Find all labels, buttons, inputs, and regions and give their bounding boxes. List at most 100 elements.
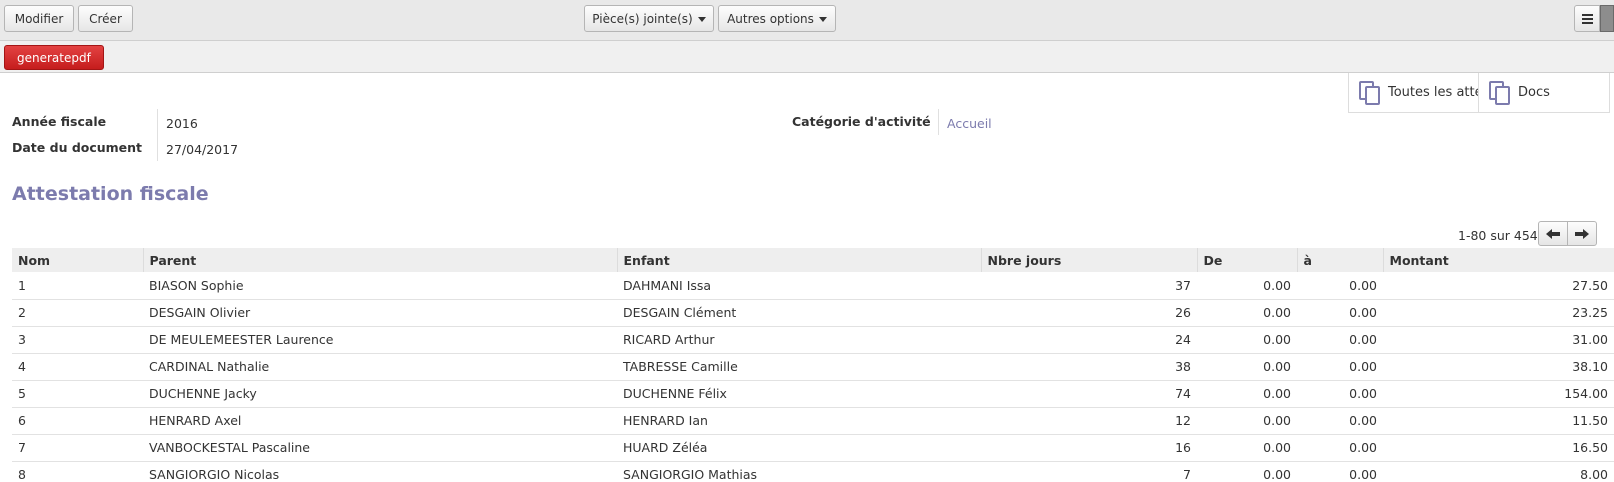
cell-montant: 8.00 [1383, 461, 1614, 482]
cell-nom: 5 [12, 380, 143, 408]
cell-enfant: DUCHENNE Félix [617, 380, 981, 408]
attachments-dropdown[interactable]: Pièce(s) jointe(s) [584, 5, 714, 32]
column-header-a[interactable]: à [1296, 248, 1383, 272]
cell-enfant: SANGIORGIO Mathias [617, 461, 981, 482]
cell-nbre-jours: 38 [981, 353, 1197, 381]
more-options-dropdown[interactable]: Autres options [718, 5, 836, 32]
cell-nbre-jours: 7 [981, 461, 1197, 482]
table-row[interactable]: 8 SANGIORGIO Nicolas SANGIORGIO Mathias … [12, 461, 1614, 482]
cell-a: 0.00 [1297, 272, 1383, 300]
pager-previous-button[interactable] [1538, 221, 1568, 246]
cell-enfant: DESGAIN Clément [617, 299, 981, 327]
edit-button[interactable]: Modifier [4, 5, 74, 32]
cell-montant: 27.50 [1383, 272, 1614, 300]
cell-nom: 4 [12, 353, 143, 381]
list-icon-line [1582, 18, 1593, 20]
table-row[interactable]: 6 HENRARD Axel HENRARD Ian 12 0.00 0.00 … [12, 407, 1614, 435]
section-title: Attestation fiscale [12, 183, 209, 205]
pager-next-button[interactable] [1567, 221, 1597, 246]
column-header-de[interactable]: De [1196, 248, 1297, 272]
cell-enfant: DAHMANI Issa [617, 272, 981, 300]
pager-counter[interactable]: 1-80 sur 454 [1458, 228, 1538, 243]
table-row[interactable]: 5 DUCHENNE Jacky DUCHENNE Félix 74 0.00 … [12, 380, 1614, 408]
fiscal-year-label: Année fiscale [12, 114, 107, 129]
create-button[interactable]: Créer [78, 5, 133, 32]
cell-de: 0.00 [1197, 380, 1297, 408]
cell-de: 0.00 [1197, 272, 1297, 300]
cell-de: 0.00 [1197, 353, 1297, 381]
fiscal-year-value: 2016 [166, 116, 198, 131]
cell-montant: 31.00 [1383, 326, 1614, 354]
cell-parent: BIASON Sophie [143, 272, 617, 300]
cell-de: 0.00 [1197, 407, 1297, 435]
cell-parent: SANGIORGIO Nicolas [143, 461, 617, 482]
table-row[interactable]: 4 CARDINAL Nathalie TABRESSE Camille 38 … [12, 353, 1614, 381]
cell-de: 0.00 [1197, 326, 1297, 354]
docs-label: Docs [1518, 85, 1550, 100]
cell-nbre-jours: 16 [981, 434, 1197, 462]
cell-a: 0.00 [1297, 380, 1383, 408]
cell-nom: 7 [12, 434, 143, 462]
cell-de: 0.00 [1197, 461, 1297, 482]
documents-icon [1487, 80, 1513, 106]
column-header-montant[interactable]: Montant [1382, 248, 1614, 272]
column-header-parent[interactable]: Parent [142, 248, 617, 272]
cell-parent: DUCHENNE Jacky [143, 380, 617, 408]
cell-parent: DESGAIN Olivier [143, 299, 617, 327]
table-row[interactable]: 1 BIASON Sophie DAHMANI Issa 37 0.00 0.0… [12, 272, 1614, 300]
cell-montant: 38.10 [1383, 353, 1614, 381]
field-divider [938, 109, 939, 135]
arrow-left-icon [1546, 228, 1560, 239]
cell-nbre-jours: 26 [981, 299, 1197, 327]
cell-enfant: RICARD Arthur [617, 326, 981, 354]
field-divider [157, 109, 158, 161]
cell-parent: DE MEULEMEESTER Laurence [143, 326, 617, 354]
column-header-nbre-jours[interactable]: Nbre jours [980, 248, 1197, 272]
list-icon-line [1582, 22, 1593, 24]
attachments-label: Pièce(s) jointe(s) [592, 11, 693, 26]
arrow-right-icon [1575, 228, 1589, 239]
cell-a: 0.00 [1297, 353, 1383, 381]
cell-nom: 6 [12, 407, 143, 435]
cell-a: 0.00 [1297, 434, 1383, 462]
list-icon [1582, 14, 1593, 16]
cell-nom: 1 [12, 272, 143, 300]
table-row[interactable]: 2 DESGAIN Olivier DESGAIN Clément 26 0.0… [12, 299, 1614, 327]
table-row[interactable]: 3 DE MEULEMEESTER Laurence RICARD Arthur… [12, 326, 1614, 354]
cell-nom: 3 [12, 326, 143, 354]
generate-pdf-button[interactable]: generatepdf [4, 45, 104, 70]
column-header-enfant[interactable]: Enfant [616, 248, 981, 272]
cell-de: 0.00 [1197, 299, 1297, 327]
cell-montant: 154.00 [1383, 380, 1614, 408]
cell-nbre-jours: 37 [981, 272, 1197, 300]
form-view-button[interactable] [1600, 5, 1614, 32]
activity-category-link[interactable]: Accueil [947, 116, 992, 131]
activity-category-label: Catégorie d'activité [792, 114, 931, 129]
cell-parent: VANBOCKESTAL Pascaline [143, 434, 617, 462]
cell-a: 0.00 [1297, 326, 1383, 354]
all-certificates-button[interactable]: Toutes les attesta [1349, 73, 1479, 112]
cell-nom: 2 [12, 299, 143, 327]
table-header-row: Nom Parent Enfant Nbre jours De à Montan… [12, 248, 1614, 272]
cell-montant: 23.25 [1383, 299, 1614, 327]
cell-nom: 8 [12, 461, 143, 482]
docs-button[interactable]: Docs [1479, 73, 1609, 112]
cell-nbre-jours: 74 [981, 380, 1197, 408]
document-date-value: 27/04/2017 [166, 142, 239, 157]
cell-enfant: TABRESSE Camille [617, 353, 981, 381]
cell-enfant: HUARD Zéléa [617, 434, 981, 462]
control-panel: Modifier Créer Pièce(s) jointe(s) Autres… [0, 0, 1614, 41]
column-header-nom[interactable]: Nom [12, 248, 143, 272]
documents-icon [1357, 80, 1383, 106]
table-row[interactable]: 7 VANBOCKESTAL Pascaline HUARD Zéléa 16 … [12, 434, 1614, 462]
form-header: generatepdf [0, 41, 1614, 73]
smart-buttons: Toutes les attesta Docs [1348, 73, 1610, 113]
document-date-label: Date du document [12, 140, 143, 155]
cell-a: 0.00 [1297, 407, 1383, 435]
caret-down-icon [818, 16, 827, 22]
attestation-table: Nom Parent Enfant Nbre jours De à Montan… [12, 248, 1614, 482]
cell-parent: CARDINAL Nathalie [143, 353, 617, 381]
cell-parent: HENRARD Axel [143, 407, 617, 435]
cell-nbre-jours: 12 [981, 407, 1197, 435]
list-view-button[interactable] [1574, 5, 1600, 32]
